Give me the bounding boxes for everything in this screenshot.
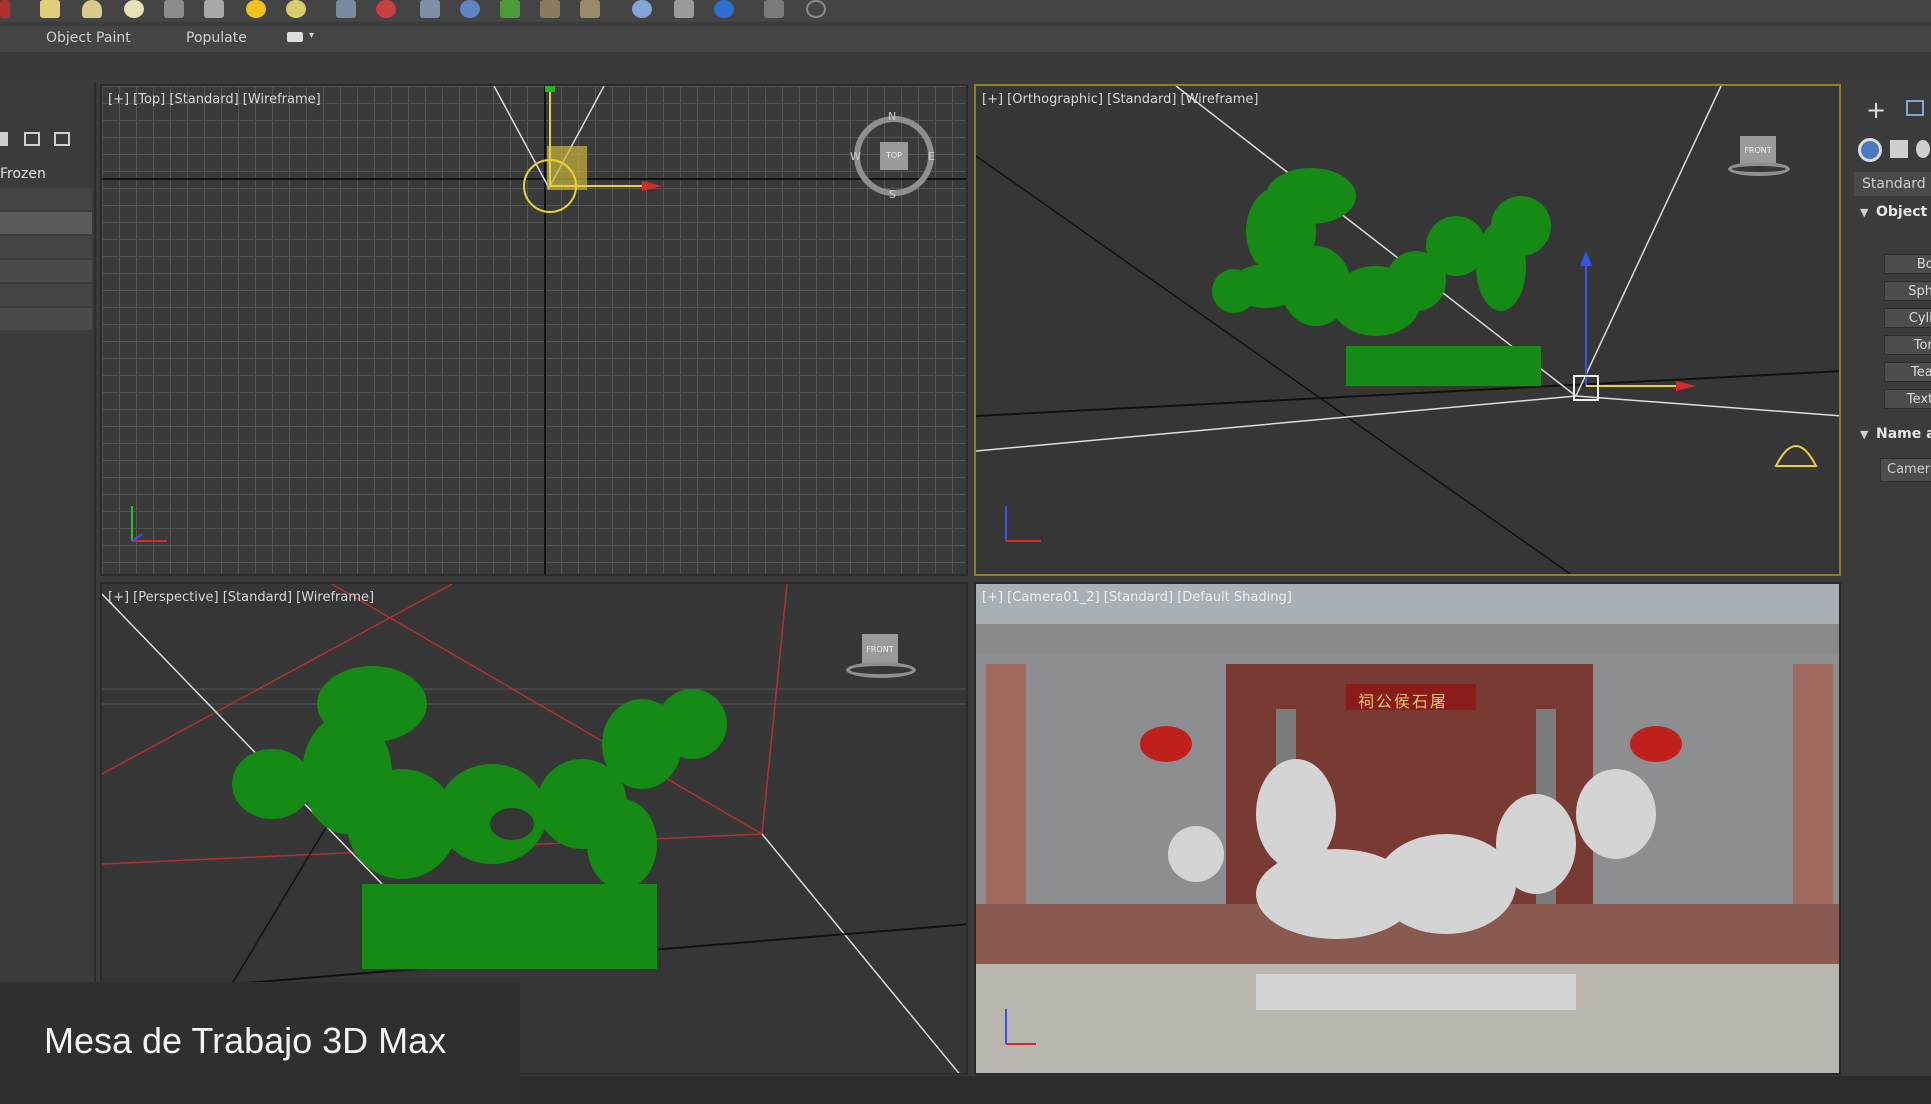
compass-s: S	[889, 188, 896, 201]
viewport-top-label[interactable]: [+] [Top] [Standard] [Wireframe]	[108, 92, 321, 107]
list-item[interactable]	[0, 284, 92, 306]
layer-icon[interactable]	[0, 132, 8, 146]
network-icon[interactable]	[420, 0, 440, 18]
ortho-viewport-scene	[976, 86, 1839, 574]
name-color-rollout[interactable]: Name a	[1876, 426, 1931, 442]
plant-icon[interactable]	[500, 0, 520, 18]
hierarchy-icon[interactable]	[24, 132, 40, 146]
list-item[interactable]	[0, 308, 92, 330]
caption-box: Mesa de Trabajo 3D Max	[0, 982, 520, 1104]
status-bar	[520, 1076, 1931, 1104]
shapes-icon[interactable]	[1890, 140, 1908, 158]
category-dropdown[interactable]: Standard Pr	[1854, 172, 1931, 196]
viewport-camera-label[interactable]: [+] [Camera01_2] [Standard] [Default Sha…	[982, 590, 1292, 605]
render-frame-icon[interactable]	[764, 0, 784, 18]
command-panel: + Standard Pr ▼ Object T Box Sphe Cylin …	[1850, 82, 1931, 1002]
toolbar-gap	[0, 52, 1931, 82]
compass-n: N	[888, 110, 897, 123]
chevron-down-icon[interactable]: ▾	[309, 30, 314, 41]
ribbon-bar: Object Paint Populate ▾	[0, 26, 1931, 52]
list-item[interactable]	[0, 236, 92, 258]
rollout-arrow-icon[interactable]: ▼	[1860, 428, 1868, 441]
viewcube-ring	[1728, 162, 1790, 176]
dragon-silhouette-perspective	[232, 666, 727, 969]
viewcube-face[interactable]: TOP	[880, 142, 908, 170]
list-item[interactable]	[0, 212, 92, 234]
modify-tab-icon[interactable]	[1906, 100, 1924, 116]
pyramid-icon[interactable]	[204, 0, 224, 18]
help-icon[interactable]	[806, 0, 826, 18]
fur-icon[interactable]	[580, 0, 600, 18]
geometry-icon[interactable]	[1858, 138, 1882, 162]
box-icon[interactable]	[40, 0, 60, 18]
viewport-perspective-label[interactable]: [+] [Perspective] [Standard] [Wireframe]	[108, 590, 374, 605]
main-toolbar	[0, 0, 1931, 22]
list-item[interactable]	[0, 188, 92, 210]
sky-icon[interactable]	[286, 0, 306, 18]
temple-sign-text: 祠公侯石屠	[1358, 692, 1449, 711]
object-name-field[interactable]: Camera	[1880, 458, 1931, 482]
camera-viewport-scene	[976, 584, 1839, 1073]
caption-text: Mesa de Trabajo 3D Max	[44, 1020, 447, 1061]
bomb-icon[interactable]	[376, 0, 396, 18]
viewport-top[interactable]: [+] [Top] [Standard] [Wireframe] TOP N S…	[100, 84, 968, 576]
sphere-button[interactable]: Sphe	[1884, 281, 1931, 301]
gear-icon[interactable]	[460, 0, 480, 18]
box-button[interactable]: Box	[1884, 254, 1931, 274]
material-sphere-icon[interactable]	[632, 0, 652, 18]
hierarchy-alt-icon[interactable]	[54, 132, 70, 146]
dragon-silhouette-ortho	[1212, 168, 1551, 386]
sphere-icon[interactable]	[124, 0, 144, 18]
cone-icon[interactable]	[82, 0, 102, 18]
hair-icon[interactable]	[336, 0, 356, 18]
ribbon-tab-populate[interactable]: Populate	[186, 30, 247, 46]
viewport-orthographic-label[interactable]: [+] [Orthographic] [Standard] [Wireframe…	[982, 92, 1258, 107]
create-tab-icon[interactable]: +	[1866, 96, 1886, 124]
torus-button[interactable]: Toru	[1884, 335, 1931, 355]
lights-icon[interactable]	[1916, 140, 1930, 158]
ribbon-tab-object-paint[interactable]: Object Paint	[46, 30, 131, 46]
object-type-rollout[interactable]: Object T	[1876, 204, 1931, 220]
top-viewport-scene	[102, 86, 966, 574]
ribbon-toggle-icon[interactable]	[287, 32, 303, 42]
hf-icon[interactable]	[540, 0, 560, 18]
render-setup-icon[interactable]	[674, 0, 694, 18]
frozen-column-header[interactable]: Frozen	[0, 166, 46, 182]
compass-w: W	[850, 150, 861, 163]
compass-e: E	[928, 150, 935, 163]
textplus-button[interactable]: TextP	[1884, 389, 1931, 409]
rollout-arrow-icon[interactable]: ▼	[1860, 206, 1868, 219]
list-item[interactable]	[0, 260, 92, 282]
viewcube-top[interactable]: TOP N S E W	[850, 110, 935, 201]
select-icon[interactable]	[0, 0, 10, 18]
viewcube-ring	[846, 662, 916, 678]
viewport-orthographic[interactable]: [+] [Orthographic] [Standard] [Wireframe…	[974, 84, 1841, 576]
viewcube-perspective[interactable]: FRONT	[846, 634, 916, 682]
teapot-button[interactable]: Teap	[1884, 362, 1931, 382]
sun-icon[interactable]	[246, 0, 266, 18]
viewcube-ortho[interactable]: FRONT	[1728, 136, 1790, 180]
cylinder-button[interactable]: Cylin	[1884, 308, 1931, 328]
viewport-camera[interactable]: 祠公侯石屠 [+] [Camera01_2] [Standard] [Defau…	[974, 582, 1841, 1075]
render-icon[interactable]	[714, 0, 734, 18]
grid-icon[interactable]	[164, 0, 184, 18]
scene-explorer-panel: Frozen	[0, 82, 96, 982]
